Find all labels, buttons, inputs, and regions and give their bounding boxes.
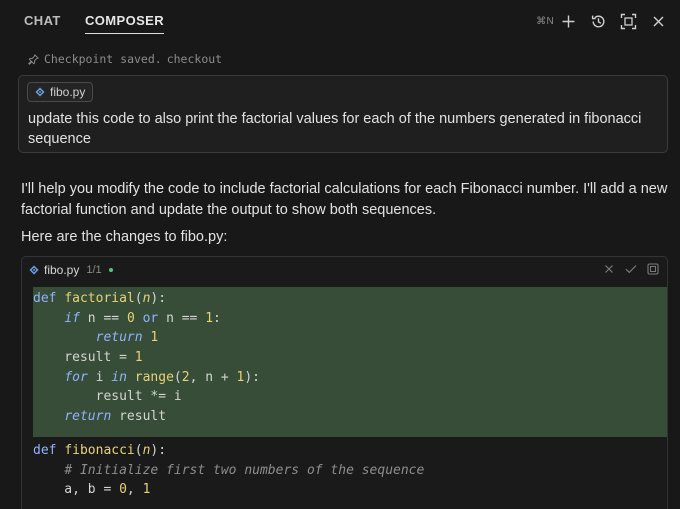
header-actions: ⌘N [536, 10, 668, 32]
close-icon[interactable] [648, 11, 668, 31]
code-line: a, b = 0, 1 [33, 482, 151, 498]
python-file-icon [35, 87, 45, 97]
added-lines: def factorial(n): if n == 0 or n == 1: r… [33, 287, 667, 437]
python-file-icon [29, 265, 39, 275]
code-line: def factorial(n): [33, 291, 167, 306]
code-line: if n == 0 or n == 1: [64, 310, 221, 326]
new-shortcut-hint: ⌘N [536, 15, 554, 27]
unchanged-lines: def fibonacci(n): # Initialize first two… [33, 437, 667, 500]
code-block-header: fibo.py 1/1 [22, 257, 667, 283]
pin-icon [28, 53, 39, 65]
checkpoint-status: Checkpoint saved. checkout [28, 52, 222, 66]
reject-icon[interactable] [602, 262, 615, 275]
assistant-paragraph: Here are the changes to fibo.py: [21, 229, 228, 245]
code-actions [602, 262, 659, 275]
apply-icon[interactable] [646, 262, 659, 275]
code-filename: fibo.py [44, 263, 80, 277]
assistant-paragraph: I'll help you modify the code to include… [21, 181, 668, 218]
code-line: # Initialize first two numbers of the se… [64, 462, 425, 478]
user-message-text: update this code to also print the facto… [28, 111, 642, 147]
unsaved-dot-icon [108, 268, 113, 272]
expand-icon[interactable] [618, 11, 638, 31]
code-line: result *= i [33, 389, 182, 405]
code-line: def fibonacci(n): [33, 442, 167, 458]
code-line: result = 1 [33, 350, 143, 366]
code-block: fibo.py 1/1 def factorial(n): if n == 0 … [21, 256, 668, 509]
code-line: return result [64, 409, 167, 425]
code-line: for i in range(2, n + 1): [64, 369, 261, 385]
code-body: def factorial(n): if n == 0 or n == 1: r… [33, 287, 667, 500]
change-count: 1/1 [86, 264, 102, 276]
plus-icon[interactable] [558, 11, 578, 31]
tab-chat[interactable]: CHAT [24, 13, 61, 28]
accept-icon[interactable] [624, 262, 637, 275]
panel-header: CHAT COMPOSER ⌘N [0, 0, 680, 42]
file-chip[interactable]: fibo.py [27, 82, 94, 102]
code-line: return 1 [95, 330, 159, 346]
composer-panel: CHAT COMPOSER ⌘N Checkpoint saved. check… [0, 0, 680, 509]
tab-composer[interactable]: COMPOSER [85, 13, 165, 34]
user-message[interactable]: fibo.py update this code to also print t… [18, 75, 668, 153]
checkout-link[interactable]: checkout [167, 52, 222, 66]
history-icon[interactable] [588, 11, 608, 31]
file-chip-label: fibo.py [50, 85, 86, 99]
checkpoint-text: Checkpoint saved. [44, 52, 162, 66]
code-file-label[interactable]: fibo.py 1/1 [29, 263, 113, 277]
